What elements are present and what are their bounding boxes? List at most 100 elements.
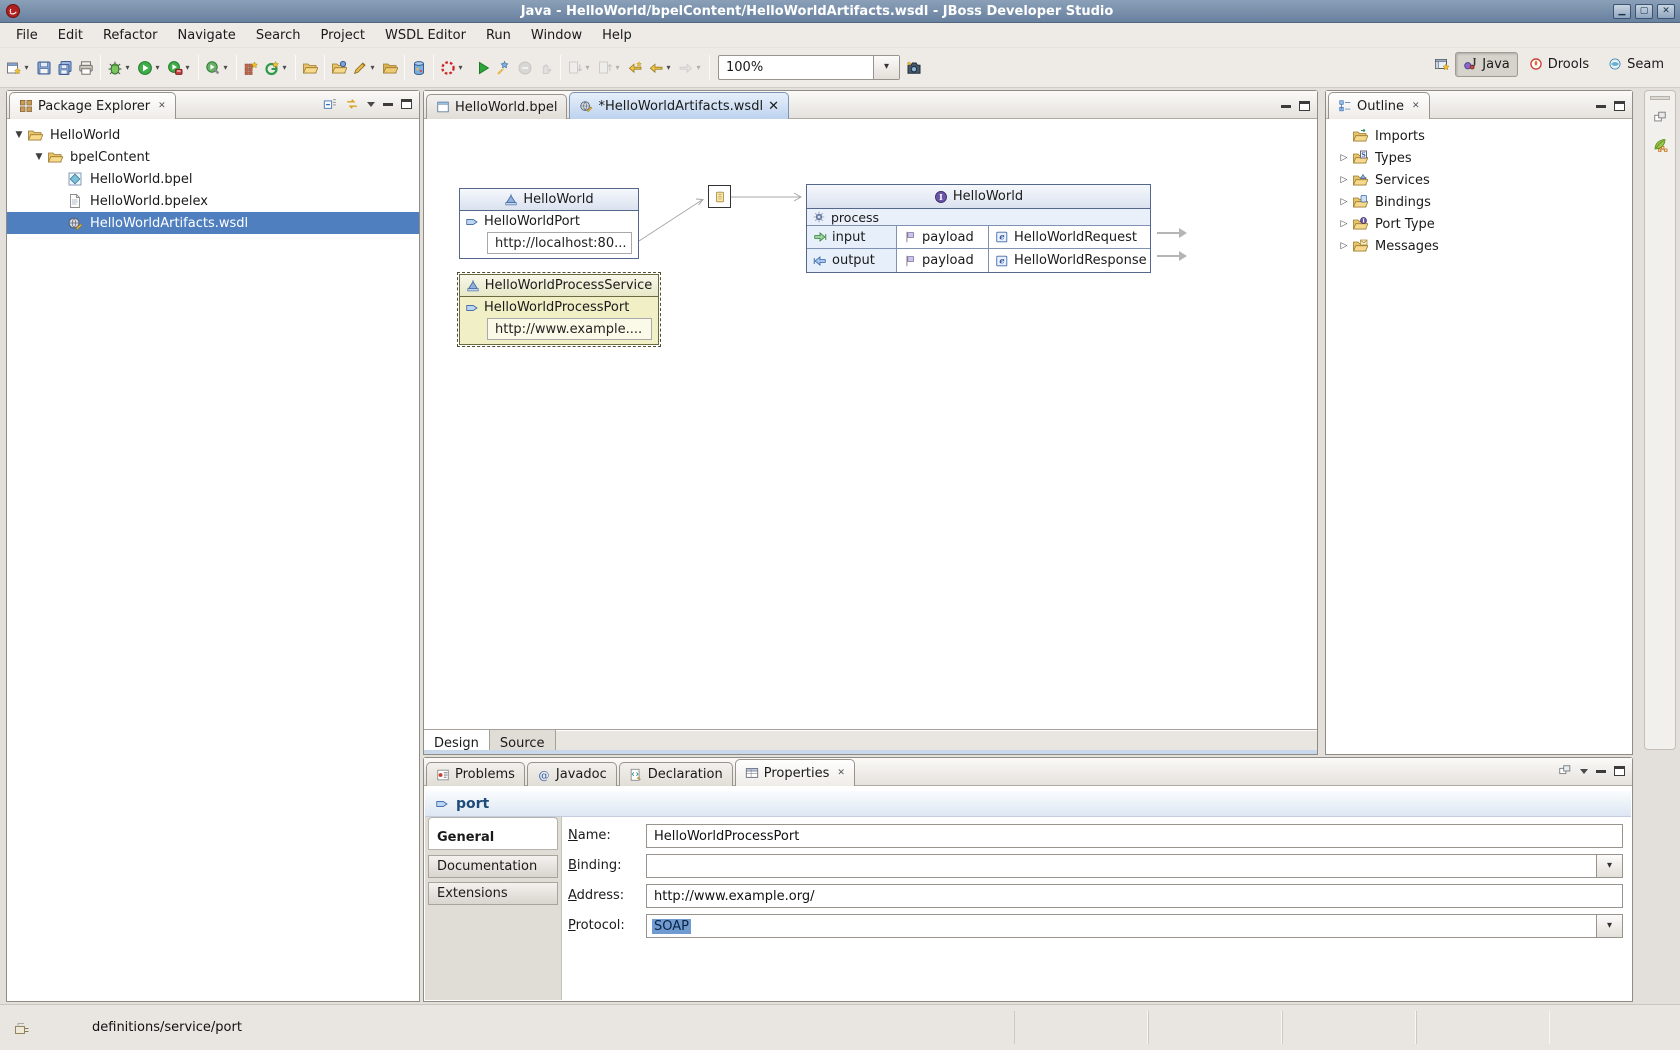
protocol-dropdown-button[interactable]: ▾: [1596, 915, 1622, 937]
properties-tab[interactable]: Properties ✕: [735, 759, 855, 786]
outline-item-services[interactable]: ▷ Services: [1326, 169, 1632, 191]
maximize-button[interactable]: ▢: [1635, 4, 1653, 19]
debug-process-button[interactable]: [494, 55, 514, 81]
expander-icon[interactable]: ▷: [1336, 219, 1352, 229]
annotate-button[interactable]: ▾: [350, 55, 379, 81]
menu-refactor[interactable]: Refactor: [93, 25, 168, 46]
close-icon[interactable]: ✕: [158, 101, 166, 111]
port-address[interactable]: http://localhost:80...: [487, 232, 632, 254]
print-button[interactable]: [76, 55, 96, 81]
run-button[interactable]: ▾: [135, 55, 164, 81]
outline-item-port-type[interactable]: ▷ I Port Type: [1326, 213, 1632, 235]
menu-run[interactable]: Run: [476, 25, 521, 46]
maximize-editor-icon[interactable]: [1299, 101, 1310, 111]
side-tab-extensions[interactable]: Extensions: [428, 882, 558, 905]
close-button[interactable]: ✕: [1657, 4, 1675, 19]
outline-tab[interactable]: Outline ✕: [1328, 92, 1430, 119]
name-field[interactable]: [646, 824, 1623, 848]
minimize-view-icon[interactable]: [383, 103, 393, 106]
data-source-button[interactable]: [409, 55, 429, 81]
new-java-ee-button[interactable]: [241, 55, 261, 81]
new-wizard-button[interactable]: ▾: [4, 55, 33, 81]
editor-tab-helloworld-bpel[interactable]: HelloWorld.bpel: [426, 94, 567, 119]
link-with-editor-icon[interactable]: [345, 97, 359, 111]
menu-navigate[interactable]: Navigate: [168, 25, 246, 46]
debug-button[interactable]: ▾: [105, 55, 134, 81]
palette-leaf-icon[interactable]: [1652, 136, 1668, 152]
menu-search[interactable]: Search: [246, 25, 311, 46]
source-tab[interactable]: Source: [490, 730, 556, 754]
minimize-view-icon[interactable]: [1596, 105, 1606, 108]
input-row[interactable]: input payload e HelloWorldRequest: [807, 226, 1150, 249]
side-tab-general[interactable]: General: [428, 827, 558, 850]
open-resource-button[interactable]: [300, 55, 320, 81]
editor-tab-helloworldartifacts-wsdl[interactable]: *HelloWorldArtifacts.wsdl ✕: [569, 92, 789, 119]
outline-item-messages[interactable]: ▷ Messages: [1326, 235, 1632, 257]
porttype-box-helloworld[interactable]: I HelloWorld process input payload: [806, 184, 1151, 273]
design-tab[interactable]: Design: [424, 730, 490, 754]
screenshot-button[interactable]: [904, 55, 924, 81]
address-field[interactable]: [646, 884, 1623, 908]
menu-window[interactable]: Window: [521, 25, 592, 46]
side-tab-documentation[interactable]: Documentation: [428, 855, 558, 878]
outline-item-bindings[interactable]: ▷ Bindings: [1326, 191, 1632, 213]
menu-help[interactable]: Help: [592, 25, 642, 46]
minimize-button[interactable]: ▁: [1613, 4, 1631, 19]
perspective-seam-button[interactable]: Seam: [1600, 52, 1672, 77]
expander-icon[interactable]: ▼: [11, 130, 27, 140]
next-annotation-button[interactable]: ▾: [565, 55, 594, 81]
perspective-java-button[interactable]: J Java: [1455, 52, 1517, 77]
menu-file[interactable]: File: [6, 25, 48, 46]
save-button[interactable]: [34, 55, 54, 81]
external-tools-button[interactable]: ▾: [203, 55, 232, 81]
forward-button[interactable]: ▾: [676, 55, 705, 81]
expander-icon[interactable]: ▷: [1336, 197, 1352, 207]
outline-item-types[interactable]: ▷ S Types: [1326, 147, 1632, 169]
maximize-view-icon[interactable]: [401, 99, 412, 109]
minimize-editor-icon[interactable]: [1281, 105, 1291, 108]
close-icon[interactable]: ✕: [1412, 101, 1420, 111]
open-perspective-button[interactable]: [1432, 51, 1452, 77]
tree-item-helloworld-bpelex[interactable]: HelloWorld.bpelex: [7, 190, 419, 212]
tree-item-helloworld-project[interactable]: ▼ HelloWorld: [7, 124, 419, 146]
expander-icon[interactable]: ▼: [31, 152, 47, 162]
jboss-central-button[interactable]: ▾: [438, 55, 467, 81]
perspective-drools-button[interactable]: Drools: [1521, 52, 1597, 77]
menu-project[interactable]: Project: [310, 25, 374, 46]
previous-annotation-button[interactable]: ▾: [595, 55, 624, 81]
menu-wsdl-editor[interactable]: WSDL Editor: [375, 25, 476, 46]
tree-item-helloworldartifacts-wsdl[interactable]: HelloWorldArtifacts.wsdl: [7, 212, 419, 234]
export-button[interactable]: [380, 55, 400, 81]
problems-tab[interactable]: Problems: [426, 762, 525, 786]
wsdl-design-canvas[interactable]: HelloWorld HelloWorldPort http://localho…: [424, 119, 1317, 729]
suspend-button[interactable]: [536, 55, 556, 81]
output-row[interactable]: output payload e HelloWorldResponse: [807, 249, 1150, 272]
port-address[interactable]: http://www.example....: [487, 318, 652, 340]
package-explorer-tab[interactable]: Package Explorer ✕: [9, 92, 176, 119]
new-server-button[interactable]: ▾: [262, 55, 291, 81]
javadoc-tab[interactable]: @ Javadoc: [527, 762, 617, 786]
close-icon[interactable]: ✕: [837, 768, 845, 778]
last-edit-location-button[interactable]: [625, 55, 645, 81]
view-menu-icon[interactable]: [1580, 769, 1588, 774]
expander-icon[interactable]: ▷: [1336, 241, 1352, 251]
run-process-button[interactable]: [473, 55, 493, 81]
import-button[interactable]: [329, 55, 349, 81]
expander-icon[interactable]: ▷: [1336, 175, 1352, 185]
back-button[interactable]: ▾: [646, 55, 675, 81]
view-menu-icon[interactable]: [367, 102, 375, 107]
binding-dropdown-button[interactable]: ▾: [1596, 855, 1622, 877]
minimize-view-icon[interactable]: [1596, 770, 1606, 773]
menu-edit[interactable]: Edit: [48, 25, 93, 46]
collapse-all-icon[interactable]: [323, 97, 337, 111]
tree-item-helloworld-bpel[interactable]: HelloWorld.bpel: [7, 168, 419, 190]
trim-drag-handle[interactable]: [1650, 96, 1670, 100]
zoom-level-combo[interactable]: 100% ▾: [718, 55, 900, 80]
close-icon[interactable]: ✕: [768, 99, 779, 114]
protocol-combo[interactable]: SOAP ▾: [646, 914, 1623, 938]
declaration-tab[interactable]: Declaration: [619, 762, 733, 786]
stop-button[interactable]: [515, 55, 535, 81]
maximize-view-icon[interactable]: [1614, 101, 1625, 111]
tree-item-bpelcontent-folder[interactable]: ▼ bpelContent: [7, 146, 419, 168]
pin-view-icon[interactable]: [1558, 764, 1572, 778]
